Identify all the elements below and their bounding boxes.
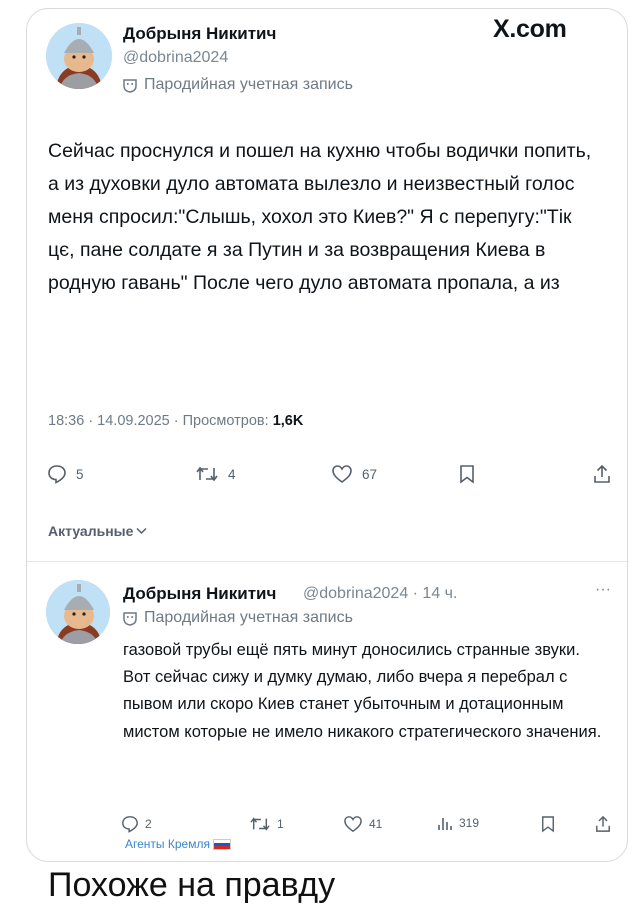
repost-count: 4 [228,466,236,482]
repost-icon [196,466,218,482]
reply-icon [48,465,66,484]
section-divider [27,561,627,562]
bookmark-icon [542,816,554,833]
bogatyr-avatar-icon [46,23,112,89]
heart-icon [344,816,362,833]
reply-text: газовой трубы ещё пять минут доносились … [123,641,602,741]
tweet-screenshot-card: Добрыня Никитич @dobrina2024 Пародийная … [26,8,628,862]
watermark: Агенты Кремля [125,837,231,851]
repost-icon [250,817,270,831]
reply-view-count: 319 [459,816,480,830]
repost-button[interactable]: 4 [195,464,236,484]
like-count: 67 [362,466,378,482]
heart-icon [332,465,352,483]
author-name[interactable]: Добрыня Никитич [123,24,276,44]
chevron-down-icon [136,527,147,535]
relevant-replies-label: Актуальные [48,523,134,539]
parody-mask-icon [123,78,137,93]
watermark-text: Агенты Кремля [125,837,210,851]
meme-caption: Похоже на правду [48,866,336,904]
reply-count: 5 [76,466,84,482]
tweet-text: Сейчас проснулся и пошел на кухню чтобы … [48,140,592,294]
tweet-meta: 18:36 · 14.09.2025 · Просмотров: 1,6K [48,413,303,429]
parody-mask-icon [123,611,137,626]
parody-label-text: Пародийная учетная запись [144,76,353,93]
reply-handle-time[interactable]: @dobrina2024 · 14 ч. [303,585,457,603]
reply-button[interactable]: 5 [47,464,84,484]
reply-views-button[interactable]: 319 [437,815,479,831]
reply-author-avatar[interactable] [46,580,110,644]
bogatyr-avatar-icon [46,580,110,644]
reply-like-count: 41 [369,817,383,831]
tweet-timestamp[interactable]: 18:36 · 14.09.2025 · Просмотров: [48,413,273,429]
russian-flag-icon [212,838,231,850]
view-count: 1,6K [272,413,304,429]
relevant-replies-tab[interactable]: Актуальные [48,523,147,539]
reply-repost-button[interactable]: 1 [249,815,284,833]
x-logo: X.com [493,15,567,43]
author-avatar[interactable] [46,23,112,89]
reply-reply-button[interactable]: 2 [121,815,152,833]
views-chart-icon [438,818,452,830]
reply-like-button[interactable]: 41 [343,815,382,833]
reply-more-button[interactable]: ··· [595,581,611,599]
share-icon [596,815,610,832]
author-handle[interactable]: @dobrina2024 [123,49,228,67]
reply-reply-count: 2 [145,817,152,831]
reply-parody-text: Пародийная учетная запись [144,609,353,626]
reply-author-name[interactable]: Добрыня Никитич [123,584,276,604]
bookmark-icon [460,465,474,484]
reply-share-button[interactable] [595,815,611,833]
share-button[interactable] [593,464,611,484]
bookmark-button[interactable] [459,464,475,484]
reply-parody-label: Пародийная учетная запись [123,609,353,627]
share-icon [594,464,610,483]
parody-account-label: Пародийная учетная запись [123,76,353,94]
like-button[interactable]: 67 [331,464,377,484]
reply-repost-count: 1 [277,817,284,831]
reply-bookmark-button[interactable] [541,815,555,833]
reply-icon [122,816,138,833]
